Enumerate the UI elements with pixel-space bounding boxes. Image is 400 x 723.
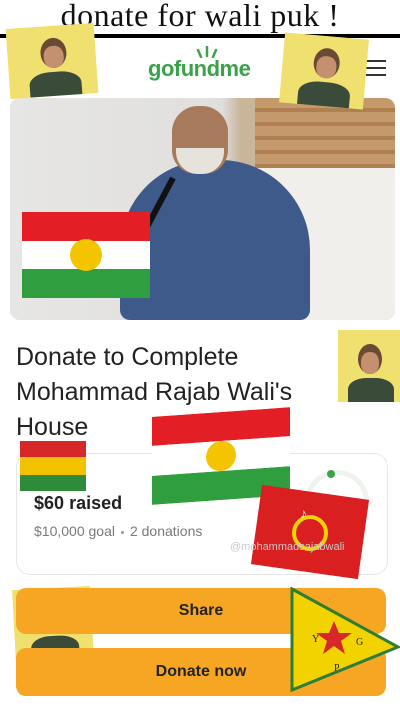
- ypg-letter-p: P: [334, 663, 340, 674]
- goal-line: $10,000 goal 2 donations: [34, 523, 202, 539]
- ypg-letter-g: G: [356, 637, 363, 648]
- raised-label: raised: [69, 493, 123, 513]
- portrait-sticker-top-right: [279, 32, 369, 110]
- progress-ring-indicator: [327, 470, 335, 478]
- kurdistan-flag-icon: [22, 212, 150, 298]
- tiktok-handle: @mohammadsajabwali: [230, 541, 345, 553]
- ypg-flag-icon: Y P G: [290, 587, 400, 692]
- hamburger-menu-icon[interactable]: [366, 60, 386, 76]
- goal-amount: $10,000 goal: [34, 523, 115, 539]
- tiktok-logo-icon: ♪: [300, 505, 307, 521]
- portrait-sticker-mid-right: [338, 330, 400, 402]
- gofundme-logo[interactable]: gofundme: [148, 56, 251, 82]
- portrait-sticker-top-left: [5, 23, 99, 99]
- logo-spark-icon: [196, 46, 218, 58]
- ypg-letter-y: Y: [312, 634, 319, 645]
- rojava-flag-icon: [20, 441, 86, 491]
- raised-value: $60: [34, 493, 65, 513]
- raised-amount: $60 raised: [34, 493, 122, 514]
- wooden-shelf: [255, 98, 395, 168]
- separator-dot: [120, 530, 124, 534]
- donation-count: 2 donations: [129, 523, 203, 539]
